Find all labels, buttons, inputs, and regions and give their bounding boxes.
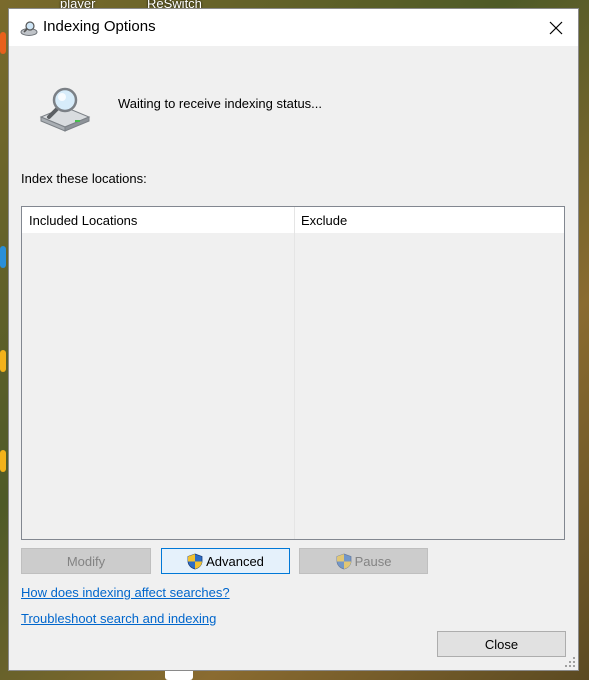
advanced-button-label: Advanced xyxy=(206,553,264,569)
list-header: Included Locations Exclude xyxy=(22,207,564,233)
indexing-icon xyxy=(20,21,38,36)
uac-shield-icon xyxy=(336,553,351,569)
troubleshoot-link[interactable]: Troubleshoot search and indexing xyxy=(21,611,216,626)
resize-grip-icon[interactable] xyxy=(564,656,576,668)
how-indexing-affects-link[interactable]: How does indexing affect searches? xyxy=(21,585,230,600)
desktop-icon-yellow-2 xyxy=(0,450,6,472)
modify-button[interactable]: Modify xyxy=(21,548,151,574)
pause-button-label: Pause xyxy=(354,553,392,569)
locations-list[interactable]: Included Locations Exclude xyxy=(21,206,565,540)
window-title: Indexing Options xyxy=(43,18,156,35)
title-bar: Indexing Options xyxy=(9,9,578,46)
desktop-icon-orange xyxy=(0,32,6,54)
pause-button[interactable]: Pause xyxy=(299,548,428,574)
column-divider[interactable] xyxy=(294,207,295,539)
desktop-icon-blue xyxy=(0,246,6,268)
indexing-options-dialog: Indexing Options Waiting to receive inde… xyxy=(8,8,579,671)
modify-button-label: Modify xyxy=(66,553,106,569)
advanced-button[interactable]: Advanced xyxy=(161,548,290,574)
close-button[interactable]: Close xyxy=(437,631,566,657)
uac-shield-icon xyxy=(187,553,203,569)
index-locations-label: Index these locations: xyxy=(21,171,147,186)
window-close-button[interactable] xyxy=(534,9,578,46)
indexing-status-text: Waiting to receive indexing status... xyxy=(118,96,323,111)
close-button-label: Close xyxy=(484,636,519,652)
desktop-icon-yellow xyxy=(0,350,6,372)
column-header-included[interactable]: Included Locations xyxy=(29,213,137,228)
column-header-exclude[interactable]: Exclude xyxy=(301,213,347,228)
drive-magnifier-icon xyxy=(39,87,91,132)
close-icon xyxy=(549,21,563,34)
